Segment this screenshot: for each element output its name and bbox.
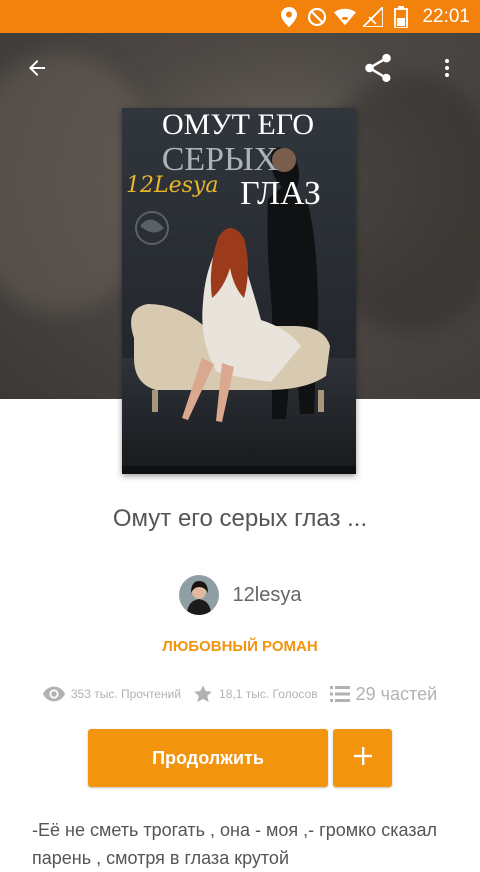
status-bar: 22:01 xyxy=(0,0,480,33)
cover-art: ОМУТ ЕГО СЕРЫХ 12Lesya ГЛАЗ xyxy=(122,108,356,474)
do-not-disturb-icon xyxy=(306,6,328,28)
book-cover[interactable]: ОМУТ ЕГО СЕРЫХ 12Lesya ГЛАЗ xyxy=(122,108,356,474)
cover-author: 12Lesya xyxy=(126,173,218,198)
more-vertical-icon xyxy=(435,56,459,85)
book-stats: 353 тыс. Прочтений 18,1 тыс. Голосов 29 … xyxy=(0,682,480,706)
cover-title-line3: ГЛАЗ xyxy=(240,175,321,212)
parts-count[interactable]: 29 частей xyxy=(356,684,438,705)
add-to-library-button[interactable] xyxy=(333,729,392,787)
location-icon xyxy=(278,6,300,28)
star-icon xyxy=(193,684,213,704)
signal-icon xyxy=(362,6,384,28)
more-options-button[interactable] xyxy=(423,46,471,94)
author-row[interactable]: 12lesya xyxy=(0,575,480,615)
avatar[interactable] xyxy=(178,575,219,615)
genre-label[interactable]: ЛЮБОВНЫЙ РОМАН xyxy=(0,638,480,655)
share-button[interactable] xyxy=(354,46,402,94)
reads-stat: 353 тыс. Прочтений xyxy=(42,686,182,702)
reads-count: 353 тыс. Прочтений xyxy=(70,687,182,701)
back-button[interactable] xyxy=(13,46,61,94)
wifi-icon xyxy=(334,6,357,28)
votes-stat: 18,1 тыс. Голосов xyxy=(193,684,318,704)
arrow-back-icon xyxy=(25,56,49,85)
book-title: Омут его серых глаз ... xyxy=(112,505,368,532)
author-name[interactable]: 12lesya xyxy=(233,584,302,607)
continue-reading-button[interactable]: Продолжить xyxy=(88,729,328,787)
votes-count: 18,1 тыс. Голосов xyxy=(219,687,318,701)
battery-icon xyxy=(390,5,412,28)
status-time: 22:01 xyxy=(422,5,470,27)
share-icon xyxy=(361,51,395,90)
book-description: -Её не сметь трогать , она - моя ,- гром… xyxy=(32,820,438,868)
plus-icon xyxy=(353,746,373,771)
eye-icon xyxy=(42,686,65,702)
list-icon xyxy=(329,685,350,703)
cover-title-line1: ОМУТ ЕГО xyxy=(162,108,314,141)
parts-stat[interactable]: 29 частей xyxy=(329,684,438,705)
